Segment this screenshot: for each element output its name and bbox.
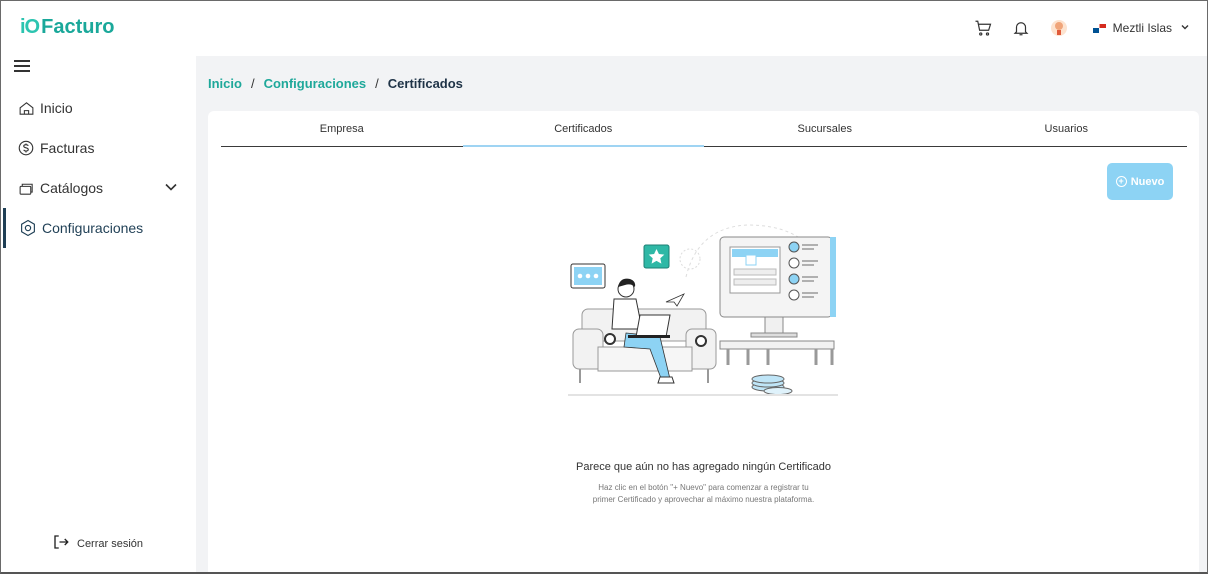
- user-menu[interactable]: Meztli Islas: [1092, 21, 1190, 35]
- tab-usuarios[interactable]: Usuarios: [946, 111, 1188, 146]
- sidebar-item-configuraciones[interactable]: Configuraciones: [0, 208, 196, 248]
- flag-icon: [1092, 23, 1106, 33]
- sidebar-nav: Inicio Facturas Catálogos Configuracione…: [0, 88, 196, 248]
- menu-icon[interactable]: [14, 60, 30, 74]
- new-button[interactable]: + Nuevo: [1107, 163, 1173, 200]
- sidebar-item-facturas[interactable]: Facturas: [0, 128, 196, 168]
- sidebar-item-label: Catálogos: [40, 180, 104, 196]
- tab-sucursales[interactable]: Sucursales: [704, 111, 946, 146]
- logo-mark: iO: [20, 16, 40, 38]
- sidebar-item-label: Facturas: [40, 140, 95, 156]
- content-card: Empresa Certificados Sucursales Usuarios…: [208, 111, 1199, 574]
- breadcrumb-separator: /: [375, 76, 379, 91]
- logout-icon: [52, 533, 70, 554]
- main-content: Inicio / Configuraciones / Certificados …: [196, 56, 1208, 574]
- app-logo[interactable]: iO Facturo: [20, 16, 114, 39]
- top-bar: iO Facturo Meztli Islas: [0, 0, 1208, 56]
- sidebar-item-label: Inicio: [40, 100, 73, 116]
- empty-state-illustration: [568, 224, 838, 396]
- cart-icon[interactable]: [971, 16, 995, 40]
- home-icon: [16, 98, 36, 118]
- sidebar-item-inicio[interactable]: Inicio: [0, 88, 196, 128]
- empty-state-subtitle: Haz clic en el botón "+ Nuevo" para come…: [592, 483, 815, 504]
- empty-state-title: Parece que aún no has agregado ningún Ce…: [575, 461, 832, 473]
- avatar[interactable]: [1047, 16, 1071, 40]
- chevron-down-icon[interactable]: [164, 180, 178, 197]
- dollar-circle-icon: [16, 138, 36, 158]
- sidebar: Inicio Facturas Catálogos Configuracione…: [0, 56, 196, 574]
- tab-empresa[interactable]: Empresa: [221, 111, 463, 146]
- gear-icon: [18, 218, 38, 238]
- plus-circle-icon: +: [1115, 176, 1127, 187]
- breadcrumb-separator: /: [250, 76, 255, 91]
- user-name: Meztli Islas: [1112, 21, 1172, 35]
- bell-icon[interactable]: [1009, 16, 1033, 40]
- sidebar-item-label: Configuraciones: [42, 220, 144, 236]
- chevron-down-icon: [1180, 21, 1190, 35]
- tab-certificados[interactable]: Certificados: [462, 111, 705, 147]
- logout-label: Cerrar sesión: [77, 537, 144, 550]
- folders-icon: [16, 178, 36, 198]
- logo-text: Facturo: [41, 16, 115, 38]
- breadcrumb-current: Certificados: [387, 76, 463, 91]
- logout-button[interactable]: Cerrar sesión: [52, 533, 143, 554]
- sidebar-item-catalogos[interactable]: Catálogos: [0, 168, 196, 208]
- new-button-label: Nuevo: [1130, 175, 1165, 188]
- breadcrumb-section[interactable]: Configuraciones: [264, 76, 367, 91]
- breadcrumb: Inicio / Configuraciones / Certificados: [208, 76, 463, 91]
- breadcrumb-home[interactable]: Inicio: [208, 76, 242, 91]
- tab-bar: Empresa Certificados Sucursales Usuarios: [221, 111, 1187, 147]
